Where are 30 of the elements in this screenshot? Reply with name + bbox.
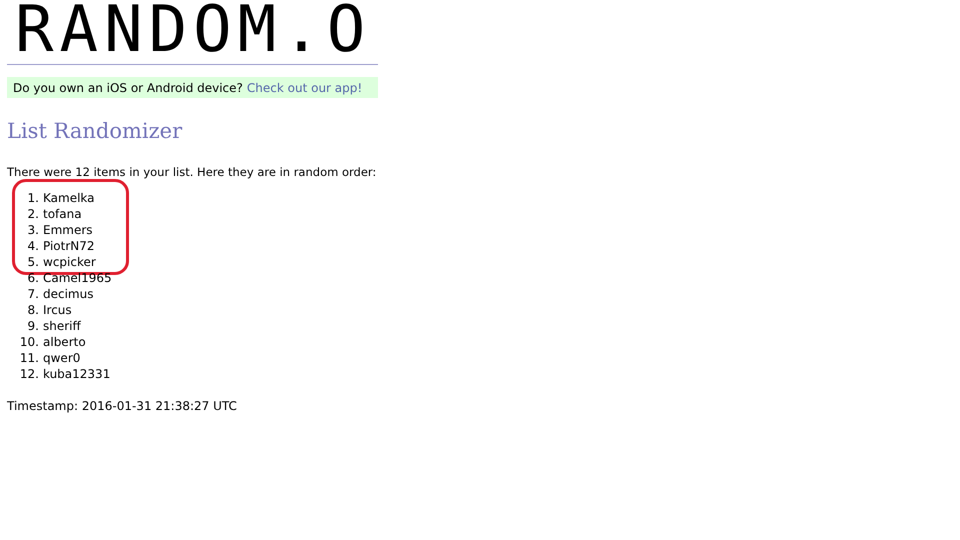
list-number: 9. [26,318,40,335]
list-item: kuba12331 [43,366,110,383]
list-number: 12. [18,366,40,383]
list-item: PiotrN72 [43,238,95,255]
app-link[interactable]: Check out our app! [246,78,362,96]
list-number: 10. [18,334,40,351]
list-number: 5. [26,254,40,271]
banner-text: Do you own an iOS or Android device? [13,80,243,96]
list-number: 1. [26,190,40,207]
list-number: 4. [26,238,40,255]
list-number: 6. [26,270,40,287]
page-heading: List Randomizer [7,118,182,145]
list-item: qwer0 [43,350,80,367]
list-item: wcpicker [43,254,96,271]
list-number: 11. [18,350,40,367]
intro-text: There were 12 items in your list. Here they are in random order: [7,165,376,179]
list-item: Kamelka [43,190,95,207]
list-item: Ircus [43,302,72,319]
list-item: decimus [43,286,94,303]
list-item: sheriff [43,318,81,335]
list-number: 3. [26,222,40,239]
list-number: 7. [26,286,40,303]
list-item: tofana [43,206,82,223]
logo: RANDOM.O [15,0,372,62]
timestamp: Timestamp: 2016-01-31 21:38:27 UTC [7,398,237,415]
list-item: alberto [43,334,86,351]
list-item: Camel1965 [43,270,112,287]
list-number: 8. [26,302,40,319]
list-item: Emmers [43,222,93,239]
list-number: 2. [26,206,40,223]
